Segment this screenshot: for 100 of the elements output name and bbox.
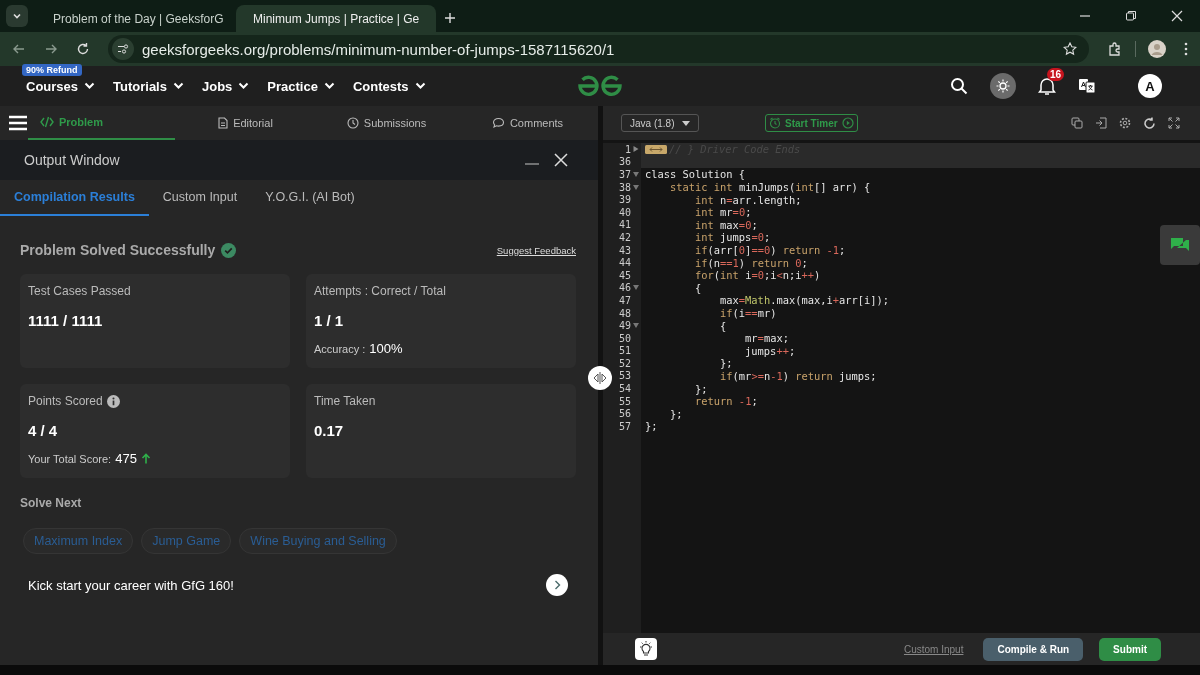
problem-tab[interactable]: Comments <box>457 106 598 140</box>
folded-code-marker[interactable] <box>645 144 667 154</box>
code-line: mr=max; <box>744 332 789 345</box>
code-line: if(arr[0]==0) return -1; <box>694 244 846 257</box>
line-number: 1 <box>624 143 631 155</box>
back-icon[interactable] <box>12 42 26 56</box>
line-number: 39 <box>618 194 631 206</box>
note-label: Your Total Score: <box>28 452 112 465</box>
nav-menu-item[interactable]: Courses <box>26 78 96 94</box>
notification-badge: 16 <box>1047 68 1065 81</box>
chevron-down-icon <box>414 82 426 90</box>
line-number: 45 <box>618 269 631 281</box>
profile-avatar[interactable] <box>1148 40 1166 58</box>
bookmark-star-icon[interactable] <box>1063 42 1077 56</box>
code-line: { <box>694 281 702 294</box>
output-tab[interactable]: Compilation Results <box>0 180 149 216</box>
translate-icon[interactable] <box>1078 77 1096 95</box>
card-value: 1111 / 1111 <box>28 312 104 329</box>
start-timer-button[interactable]: Start Timer <box>765 114 858 132</box>
code-line: }; <box>645 420 658 433</box>
code-line: int max=0; <box>694 218 758 231</box>
fullscreen-icon[interactable] <box>1168 117 1180 129</box>
caret-icon <box>682 120 690 126</box>
line-number: 54 <box>618 383 631 395</box>
note-value: 475 <box>115 451 137 466</box>
language-dropdown[interactable]: Java (1.8) <box>621 114 699 132</box>
new-tab-icon[interactable] <box>444 12 456 24</box>
line-number: 57 <box>618 420 631 432</box>
card-title: Points Scored <box>28 394 103 408</box>
nav-menu-item[interactable]: Tutorials <box>113 78 184 94</box>
code-line: class Solution { <box>645 168 746 181</box>
output-tab[interactable]: Custom Input <box>148 180 252 216</box>
line-number: 46 <box>618 282 631 294</box>
code-line: }; <box>694 382 708 395</box>
line-number: 55 <box>618 395 631 407</box>
code-line: static int minJumps(int[] arr) { <box>669 181 871 194</box>
close-icon[interactable] <box>554 153 568 167</box>
card-title: Time Taken <box>314 394 376 408</box>
code-line: { <box>719 319 727 332</box>
output-tab[interactable]: Y.O.G.I. (AI Bot) <box>251 180 369 216</box>
user-avatar[interactable]: A <box>1138 74 1162 98</box>
lightbulb-icon[interactable] <box>635 638 657 660</box>
fold-arrow-icon[interactable] <box>633 172 639 177</box>
problem-tab[interactable]: Editorial <box>175 106 316 140</box>
card-value: 4 / 4 <box>28 422 59 439</box>
browser-tab[interactable]: Minimum Jumps | Practice | Ge <box>236 5 436 32</box>
reload-icon[interactable] <box>76 42 90 56</box>
chevron-down-icon <box>323 82 335 90</box>
address-field[interactable]: geeksforgeeks.org/problems/minimum-number-of-jumps-1587115620/1 <box>108 35 1089 63</box>
nav-menu-item[interactable]: Contests <box>352 78 426 94</box>
fold-arrow-icon[interactable] <box>633 285 639 291</box>
nav-menu-item[interactable]: Jobs <box>201 78 250 94</box>
code-line: if(mr>=n-1) return jumps; <box>719 370 877 382</box>
settings-icon[interactable] <box>1119 117 1131 129</box>
clock-icon <box>346 117 359 129</box>
reset-icon[interactable] <box>1143 116 1156 130</box>
browser-tab[interactable]: Problem of the Day | GeeksforG <box>36 5 236 32</box>
code-line: for(int i=0;i<n;i++) <box>694 269 821 282</box>
menu-icon[interactable] <box>1184 42 1188 56</box>
status-message: Problem Solved Successfully <box>20 242 216 258</box>
line-number: 56 <box>618 408 631 420</box>
play-icon <box>841 117 854 129</box>
window-title: Output Window <box>24 152 120 168</box>
bell-icon[interactable] <box>1038 76 1056 96</box>
code-line: int mr=0; <box>694 206 752 219</box>
problem-tab[interactable]: Submissions <box>316 106 457 140</box>
line-number: 40 <box>618 206 631 218</box>
feedback-link[interactable]: Suggest Feedback <box>496 244 576 256</box>
card-title: Attempts : Correct / Total <box>314 284 446 298</box>
import-icon[interactable] <box>1095 117 1107 129</box>
extensions-icon[interactable] <box>1107 41 1123 57</box>
chevron-down-icon <box>84 82 96 90</box>
theme-toggle-icon[interactable] <box>990 73 1016 99</box>
line-number: 37 <box>618 169 631 180</box>
chevron-down-icon <box>238 82 250 90</box>
site-info-icon[interactable] <box>112 38 134 60</box>
forward-icon[interactable] <box>44 42 58 56</box>
compile-run-button[interactable]: Compile & Run <box>983 637 1084 661</box>
line-number: 43 <box>618 244 631 256</box>
custom-input-link[interactable]: Custom Input <box>903 643 964 655</box>
section-title: Solve Next <box>20 496 83 510</box>
search-icon[interactable] <box>950 77 968 95</box>
promo-text: Kick start your career with GfG 160! <box>28 577 234 593</box>
code-line: int n=arr.length; <box>694 193 802 206</box>
line-number: 47 <box>618 294 631 306</box>
restore-icon[interactable] <box>1125 10 1137 22</box>
tab-list-button[interactable] <box>6 5 28 27</box>
copy-icon[interactable] <box>1071 117 1083 129</box>
chat-icon[interactable] <box>1160 225 1200 265</box>
hamburger-menu-icon[interactable] <box>8 115 28 131</box>
line-number: 49 <box>618 320 631 332</box>
fold-arrow-icon[interactable] <box>633 146 639 153</box>
info-icon[interactable] <box>106 394 120 408</box>
nav-menu-item[interactable]: Practice <box>267 78 335 94</box>
close-icon[interactable] <box>1171 10 1183 22</box>
submit-button[interactable]: Submit <box>1099 637 1161 661</box>
fold-arrow-icon[interactable] <box>633 323 639 329</box>
code-line: return -1; <box>694 395 758 408</box>
fold-arrow-icon[interactable] <box>633 184 639 190</box>
site-logo[interactable] <box>576 74 624 98</box>
